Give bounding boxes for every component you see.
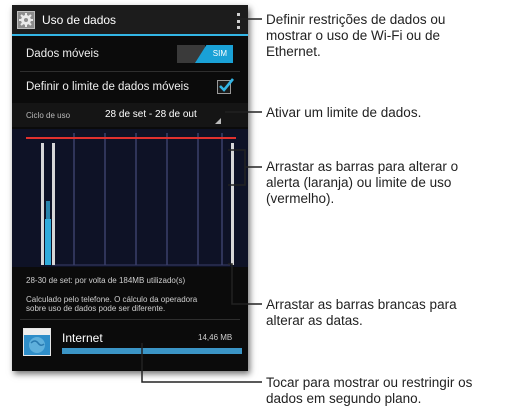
callout-dates: Arrastar as barras brancas para alterar … xyxy=(266,297,457,329)
callout-text: Ativar um limite de dados. xyxy=(266,105,422,120)
callout-line-app xyxy=(141,343,262,383)
callout-bracket-chart xyxy=(228,149,246,186)
callout-text: alterar as datas. xyxy=(266,313,363,328)
callout-text: mostrar o uso de Wi-Fi ou de xyxy=(266,28,441,43)
callout-text: dados em segundo plano. xyxy=(266,391,422,406)
callout-text: Ethernet. xyxy=(266,44,321,59)
callout-text: Arrastar as barras brancas para xyxy=(266,297,457,312)
callout-chart: Arrastar as barras para alterar o alerta… xyxy=(266,159,458,207)
callout-text: alerta (laranja) ou limite de uso xyxy=(266,175,452,190)
callout-text: Definir restrições de dados ou xyxy=(266,12,446,27)
callout-app: Tocar para mostrar ou restringir os dado… xyxy=(266,375,472,407)
callout-text: Tocar para mostrar ou restringir os xyxy=(266,375,473,390)
callout-limit: Ativar um limite de dados. xyxy=(266,105,421,121)
callout-overflow: Definir restrições de dados ou mostrar o… xyxy=(266,12,445,60)
callout-text: (vermelho). xyxy=(266,191,335,206)
callout-line-dates xyxy=(228,263,262,305)
callout-text: Arrastar as barras para alterar o xyxy=(266,159,459,174)
